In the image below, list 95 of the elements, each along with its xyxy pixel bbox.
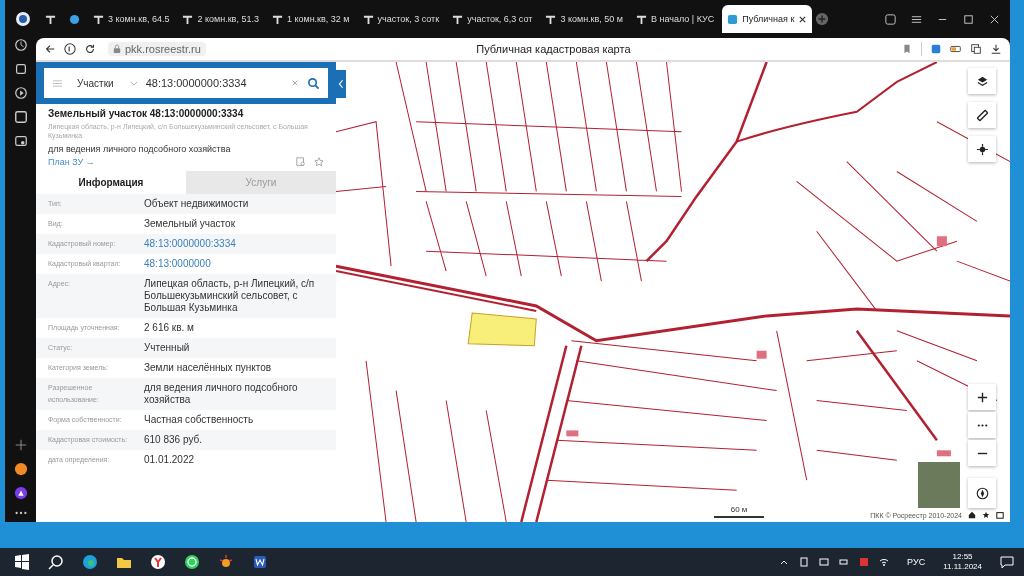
satellite-thumbnail-placeholder[interactable]	[918, 462, 960, 508]
field-value: 01.01.2022	[144, 454, 196, 466]
lock-icon	[113, 44, 121, 54]
page-title: Публичная кадастровая карта	[475, 43, 632, 55]
ruler-icon	[975, 108, 989, 122]
download-icon[interactable]	[990, 43, 1002, 55]
screenshot-icon[interactable]	[13, 134, 28, 148]
tab-favicon-icon	[636, 13, 648, 25]
collections-icon[interactable]	[13, 62, 28, 76]
mail-icon[interactable]	[13, 462, 28, 476]
crosshair-icon	[975, 142, 989, 156]
tab-favicon-icon	[362, 13, 374, 25]
parcel-purpose: для ведения личного подсобного хозяйства	[48, 144, 232, 154]
browser-logo-icon[interactable]	[15, 11, 31, 27]
home-icon[interactable]	[968, 511, 976, 519]
clock-time[interactable]: 12:55	[952, 552, 973, 562]
tab-favicon-icon	[271, 13, 283, 25]
history-icon[interactable]	[13, 38, 28, 52]
maximize-icon[interactable]	[962, 12, 975, 26]
tab-favicon-icon	[545, 13, 557, 25]
plan-link[interactable]: План ЗУ →	[48, 157, 95, 167]
browser-tab[interactable]: Публичная к	[722, 5, 813, 33]
language-indicator[interactable]: РУС	[907, 557, 926, 567]
more-icon[interactable]	[13, 510, 28, 516]
tab-favicon-icon	[452, 13, 464, 25]
search-field[interactable]: Участки 48:13:0000000:3334	[44, 68, 328, 98]
tab-favicon-icon	[727, 13, 739, 25]
star-icon[interactable]	[314, 157, 324, 167]
address-field[interactable]: pkk.rosreestr.ru	[108, 42, 206, 56]
word-icon[interactable]	[252, 554, 268, 570]
sun-app-icon[interactable]	[218, 554, 234, 570]
display-icon[interactable]	[819, 557, 830, 567]
field-value: 610 836 руб.	[144, 434, 203, 446]
notifications-icon[interactable]	[1000, 555, 1014, 569]
edge-browser-icon[interactable]	[82, 554, 98, 570]
device-icon[interactable]	[799, 557, 810, 567]
tab-favicon-icon	[182, 13, 194, 25]
windows-start-icon[interactable]	[14, 554, 30, 570]
reload-icon[interactable]	[84, 43, 96, 55]
layers-button[interactable]	[968, 68, 996, 94]
assistant-icon[interactable]	[13, 486, 28, 500]
zoom-in-button[interactable]	[968, 384, 996, 410]
yandex-logo-icon[interactable]	[64, 43, 76, 55]
scale-bar: 60 м	[714, 498, 764, 518]
ruler-button[interactable]	[968, 102, 996, 128]
field-link[interactable]: 48:13:0000000:3334	[144, 238, 326, 250]
play-icon[interactable]	[13, 86, 28, 100]
chevron-left-icon	[338, 79, 344, 89]
close-icon[interactable]	[798, 14, 808, 24]
browser-tab[interactable]: 2 комн.кв, 51.3	[177, 5, 264, 33]
plus-icon	[975, 390, 989, 404]
browser-tab[interactable]: 1 комн.кв, 32 м	[266, 5, 355, 33]
globe-icon	[69, 13, 80, 25]
wifi-icon[interactable]	[879, 557, 890, 567]
field-value: Частная собственность	[144, 414, 255, 426]
yandex-browser-icon[interactable]	[150, 554, 166, 570]
folder-icon[interactable]	[996, 511, 1004, 519]
field-value: Земли населённых пунктов	[144, 362, 273, 374]
field-value: для ведения личного подсобного хозяйства	[144, 382, 299, 406]
clock-date[interactable]: 11.11.2024	[943, 562, 982, 572]
field-value: Объект недвижимости	[144, 198, 250, 210]
collapse-button[interactable]	[336, 70, 346, 98]
field-value: Земельный участок	[144, 218, 236, 230]
square-icon[interactable]	[13, 110, 28, 124]
bookmarks-icon[interactable]	[884, 12, 897, 26]
layers-icon	[975, 74, 989, 88]
battery-icon[interactable]	[950, 43, 962, 55]
search-icon[interactable]	[48, 554, 64, 570]
search-text: 48:13:0000000:3334	[145, 77, 248, 89]
browser-tab[interactable]: участок, 6,3 сот	[447, 5, 538, 33]
battery-icon[interactable]	[839, 557, 850, 567]
url-text: pkk.rosreestr.ru	[125, 43, 201, 55]
antivirus-icon[interactable]	[859, 557, 870, 567]
browser-tab[interactable]: В начало | КУС	[631, 5, 720, 33]
back-icon[interactable]	[44, 43, 56, 55]
extension-icon[interactable]	[930, 43, 942, 55]
tab-favicon-icon	[45, 13, 56, 25]
compass-button[interactable]	[968, 478, 996, 508]
star-icon[interactable]	[982, 511, 990, 519]
tab-favicon-icon	[93, 13, 104, 25]
compass-icon	[975, 486, 989, 500]
locate-button[interactable]	[968, 136, 996, 162]
parcel-title: Земельный участок 48:13:0000000:3334	[48, 108, 245, 119]
field-value: Липецкая область, р-н Липецкий, с/п Большекузьминский сельсовет, с Большая Кузьминка	[144, 278, 316, 314]
translate-icon[interactable]	[970, 43, 982, 55]
field-value: 2 616 кв. м	[144, 322, 195, 334]
browser-tab[interactable]: участок, 3 сотк	[357, 5, 445, 33]
field-value: Учтенный	[144, 342, 191, 354]
new-tab-icon[interactable]	[815, 12, 830, 26]
whatsapp-icon[interactable]	[184, 554, 200, 570]
browser-tab[interactable]: 3 комн.кв, 64.5	[88, 5, 175, 33]
bookmark-icon[interactable]	[901, 43, 913, 55]
browser-tab[interactable]: 3 комн.кв, 50 м	[540, 5, 629, 33]
field-link[interactable]: 48:13:0000000	[144, 258, 326, 270]
category-dropdown[interactable]: Участки	[77, 77, 114, 89]
